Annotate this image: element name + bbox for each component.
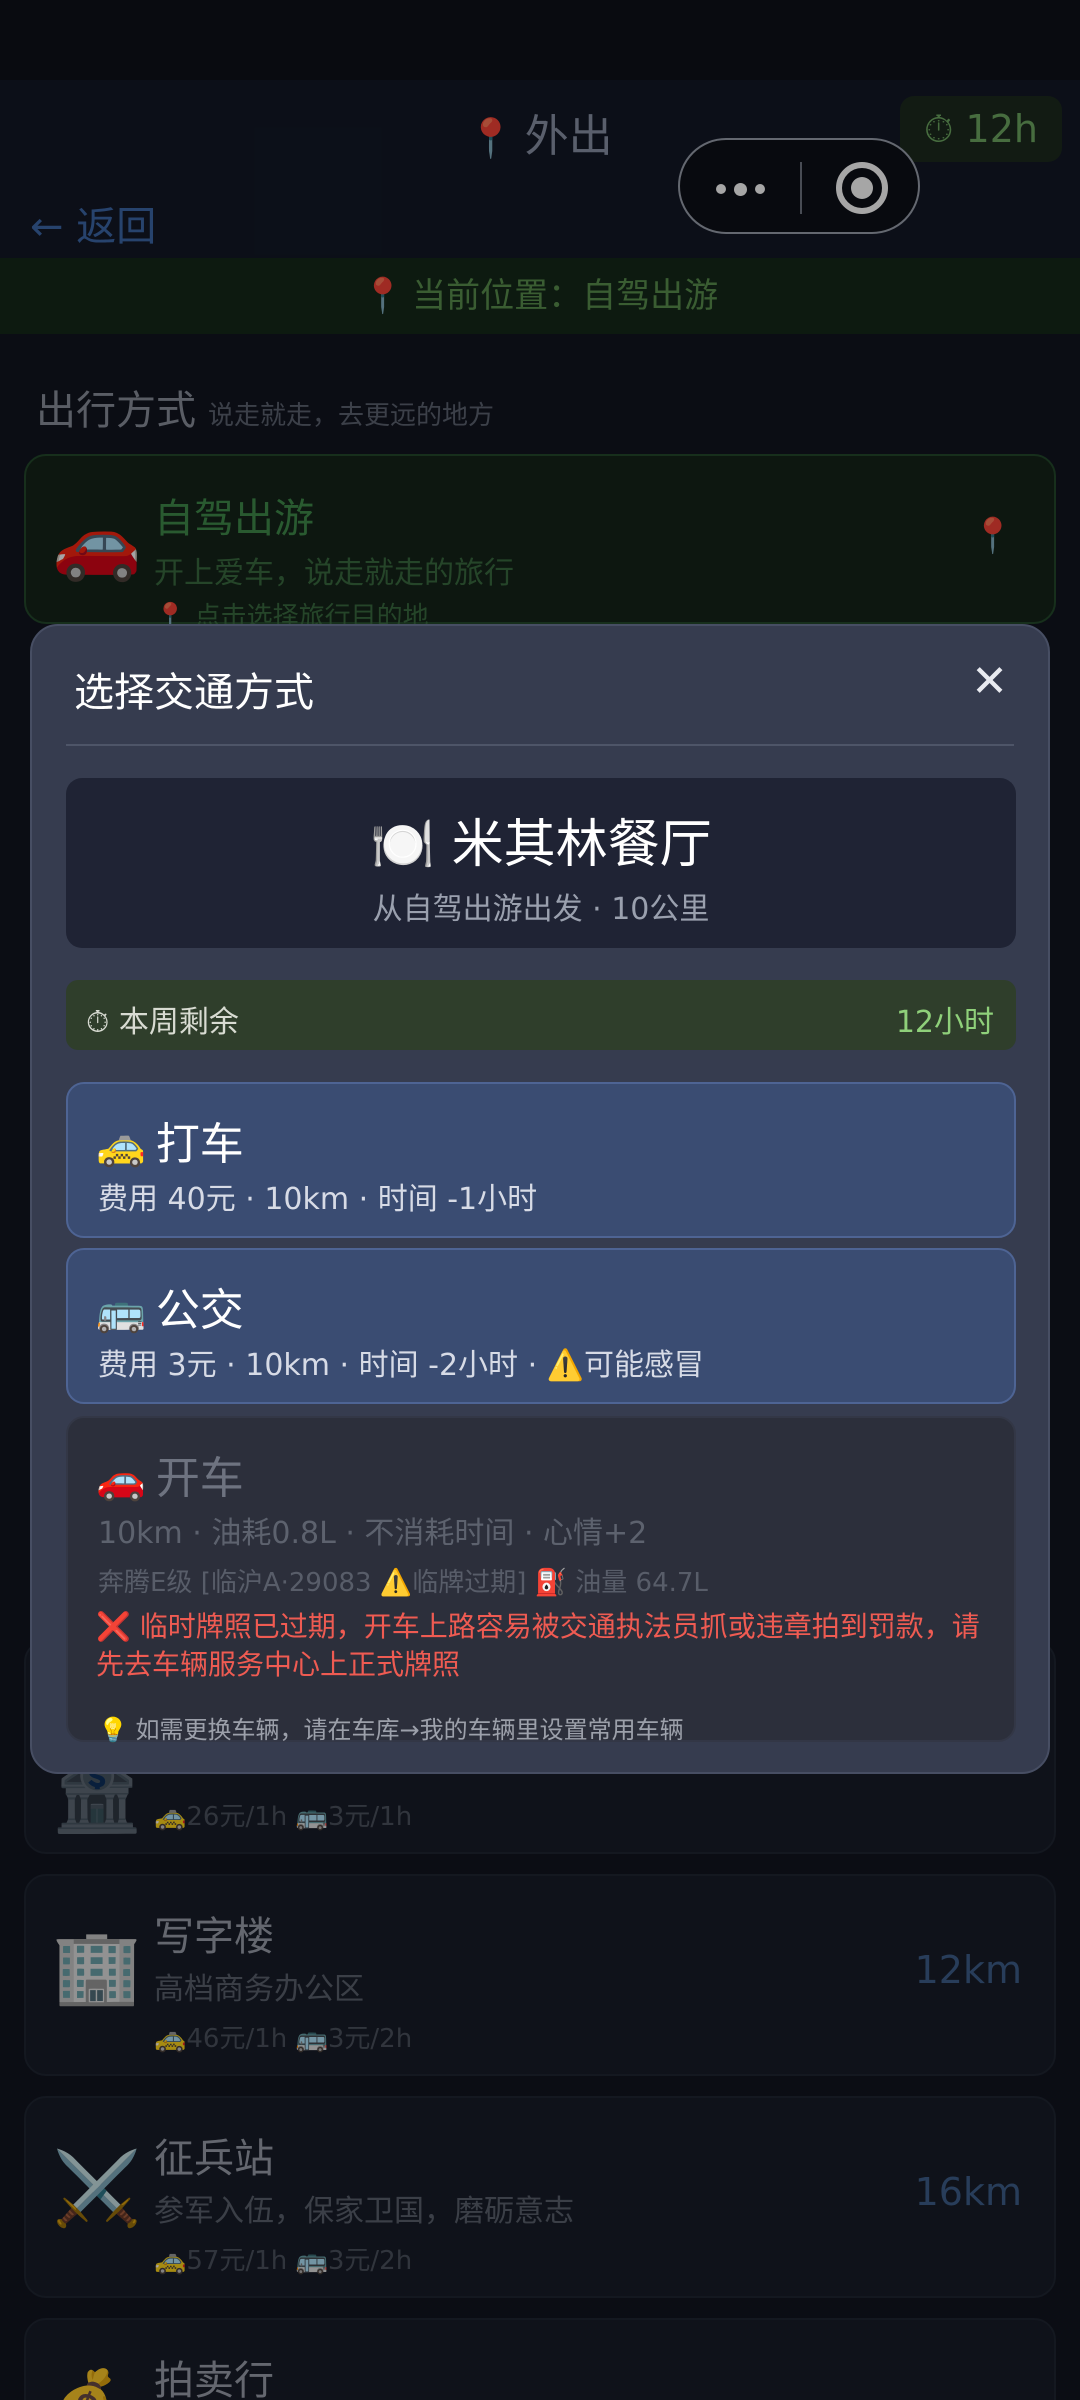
car-icon: 🚗 <box>96 1457 146 1503</box>
destination-name: 🍽️ 米其林餐厅 <box>370 815 712 875</box>
destination-route: 从自驾出游出发 · 10公里 <box>372 892 710 927</box>
destination-summary: 🍽️ 米其林餐厅 从自驾出游出发 · 10公里 <box>66 778 1016 948</box>
bus-icon: 🚌 <box>96 1289 146 1335</box>
license-expired-warning: ❌ 临时牌照已过期，开车上路容易被交通执法员抓或违章拍到罚款，请先去车辆服务中心… <box>96 1610 980 1681</box>
option-name: 公交 <box>155 1285 244 1336</box>
transport-option-bus[interactable]: 🚌 公交 费用 3元 · 10km · 时间 -2小时 · ⚠️可能感冒 <box>66 1248 1016 1404</box>
weekly-remaining-bar: ⏱ 本周剩余 12小时 <box>66 980 1016 1050</box>
remaining-label: ⏱ 本周剩余 <box>86 1005 239 1040</box>
option-name: 开车 <box>155 1453 244 1504</box>
option-name: 打车 <box>155 1119 244 1170</box>
option-meta: 费用 40元 · 10km · 时间 -1小时 <box>98 1182 538 1217</box>
transport-option-drive: 🚗 开车 10km · 油耗0.8L · 不消耗时间 · 心情+2 奔腾E级 [临… <box>66 1416 1016 1744</box>
change-vehicle-tip: 💡 如需更换车辆，请在车库→我的车辆里设置常用车辆 <box>98 1716 684 1744</box>
vehicle-info: 奔腾E级 [临沪A·29083 ⚠️临牌过期] ⛽ 油量 64.7L <box>98 1568 708 1598</box>
transport-modal: 选择交通方式 ✕ 🍽️ 米其林餐厅 从自驾出游出发 · 10公里 ⏱ 本周剩余 … <box>30 624 1050 1774</box>
taxi-icon: 🚕 <box>96 1123 146 1169</box>
transport-option-taxi[interactable]: 🚕 打车 费用 40元 · 10km · 时间 -1小时 <box>66 1082 1016 1238</box>
remaining-value: 12小时 <box>895 1005 994 1040</box>
option-meta: 费用 3元 · 10km · 时间 -2小时 · ⚠️可能感冒 <box>98 1348 705 1383</box>
close-icon[interactable]: ✕ <box>971 656 1008 707</box>
modal-divider <box>66 744 1014 746</box>
option-meta: 10km · 油耗0.8L · 不消耗时间 · 心情+2 <box>98 1516 648 1551</box>
modal-title: 选择交通方式 <box>74 670 314 716</box>
